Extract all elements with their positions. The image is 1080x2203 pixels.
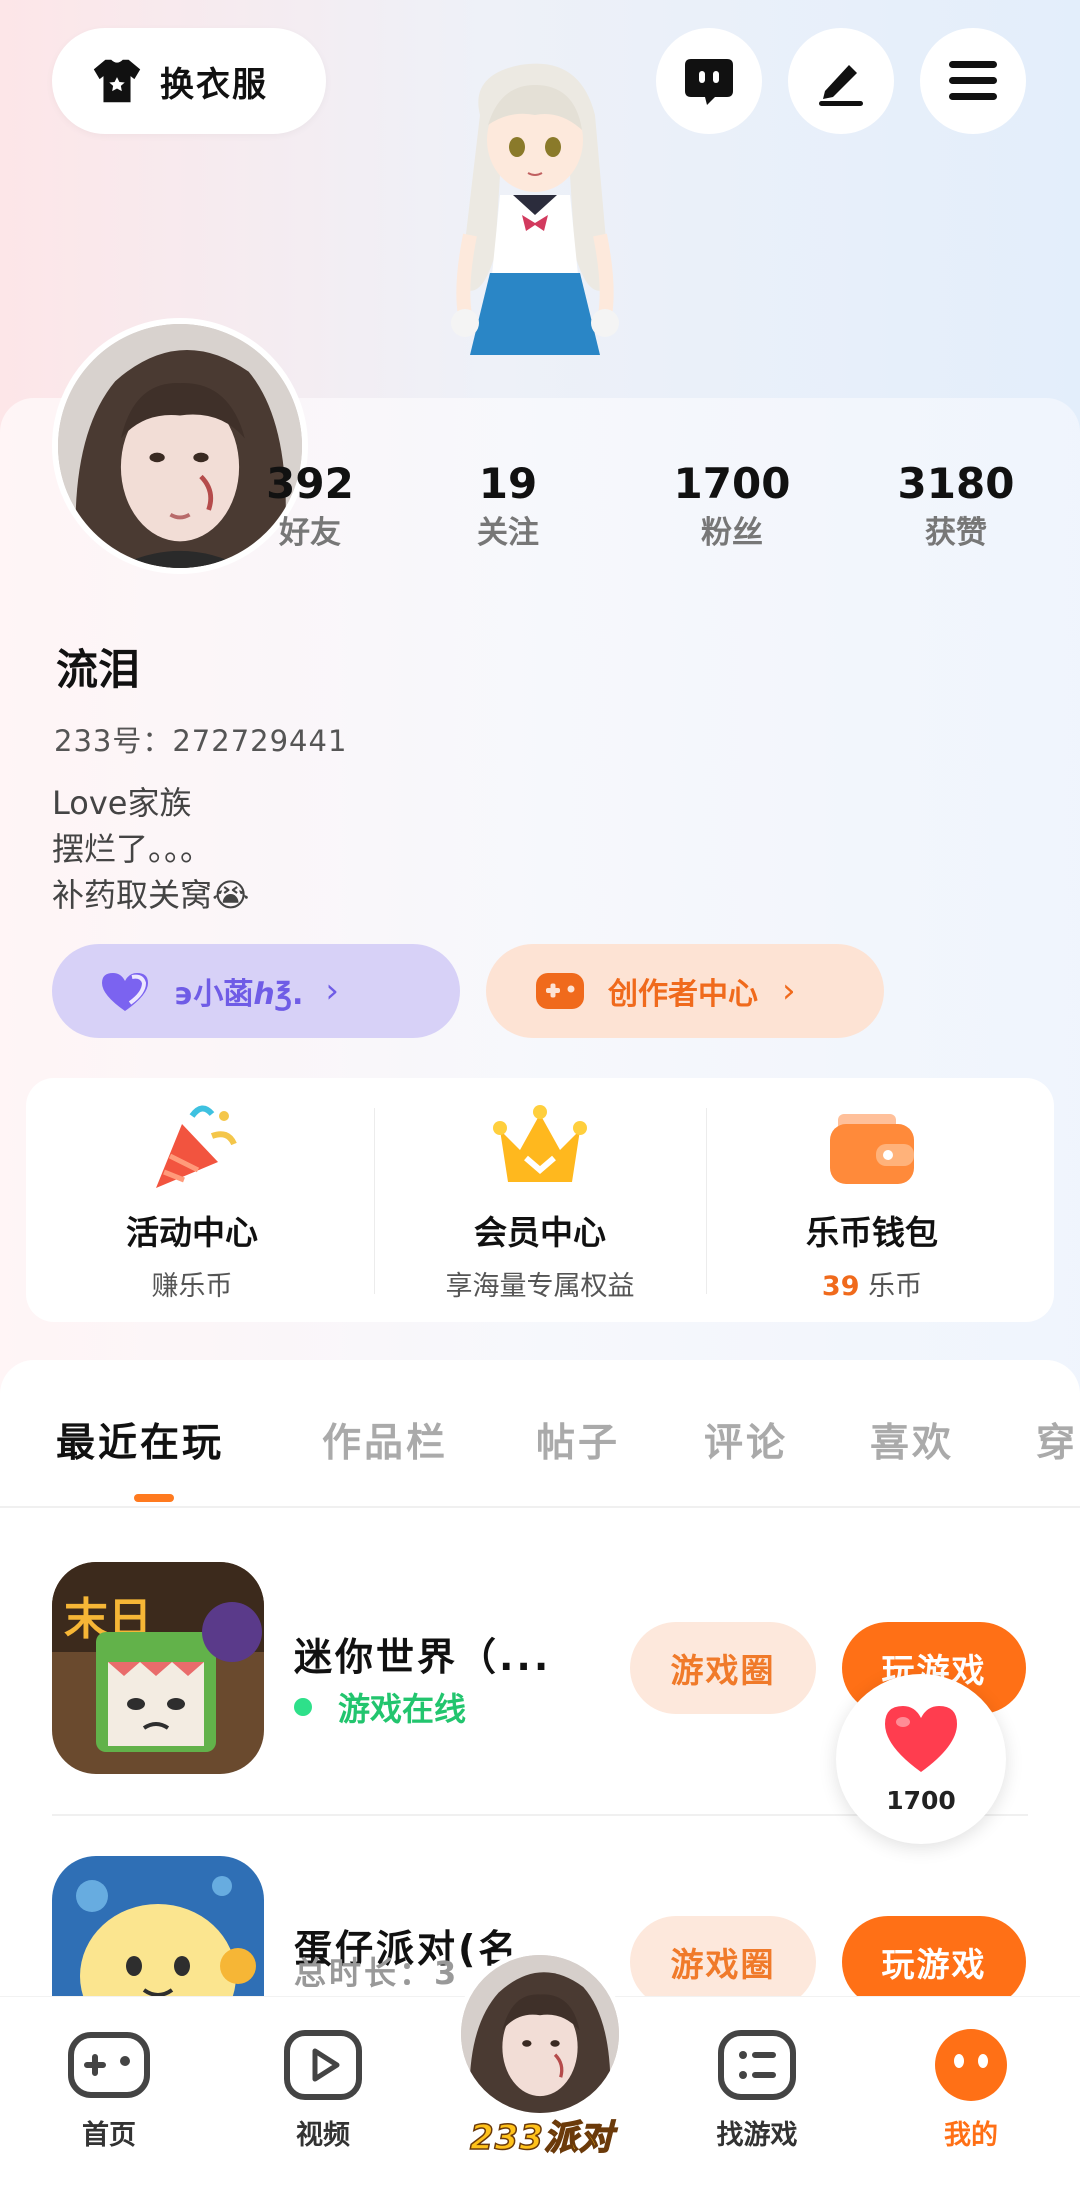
- nav-party-avatar[interactable]: [456, 1950, 624, 2118]
- stat-likes-label: 获赞: [925, 515, 987, 551]
- coin-wallet[interactable]: 乐币钱包 39 乐币: [706, 1078, 1038, 1322]
- gamepad-icon: [536, 973, 584, 1009]
- list-icon: [718, 2030, 796, 2100]
- vip-center-title: 会员中心: [474, 1213, 606, 1252]
- edit-icon: [819, 65, 863, 106]
- change-outfit-button[interactable]: 换衣服: [52, 28, 326, 134]
- stat-following-label: 关注: [477, 515, 539, 551]
- activity-center[interactable]: 活动中心 赚乐币: [26, 1078, 358, 1322]
- nav-party-label[interactable]: 233派对: [452, 2110, 632, 2159]
- game-circle-button[interactable]: 游戏圈: [630, 1622, 816, 1714]
- heart-icon: [885, 1706, 957, 1772]
- stat-fans[interactable]: 1700 粉丝: [632, 458, 832, 556]
- nav-video[interactable]: 视频: [248, 2027, 398, 2152]
- face-icon: [935, 2029, 1007, 2101]
- game-icon-mini-world[interactable]: 末日: [52, 1562, 264, 1774]
- stat-likes[interactable]: 3180 获赞: [856, 458, 1056, 556]
- nav-find-games[interactable]: 找游戏: [682, 2027, 832, 2152]
- user-bio: Love家族 摆烂了。。。 补药取关窝😭: [52, 780, 249, 918]
- stat-friends-label: 好友: [279, 515, 341, 551]
- change-outfit-label: 换衣服: [160, 64, 268, 105]
- tab-works[interactable]: 作品栏: [322, 1412, 448, 1468]
- nav-me[interactable]: 我的: [896, 2027, 1046, 2152]
- coin-wallet-sub: 39 乐币: [706, 1264, 1038, 1303]
- vip-center[interactable]: 会员中心 享海量专属权益: [374, 1078, 706, 1322]
- creator-center-label: 创作者中心: [608, 977, 758, 1012]
- edit-profile-button[interactable]: [788, 28, 894, 134]
- nav-find-games-label: 找游戏: [716, 2120, 798, 2151]
- online-dot-icon: [294, 1698, 312, 1716]
- stat-friends-value: 392: [266, 459, 354, 508]
- creator-center-button[interactable]: 创作者中心 ›: [486, 944, 884, 1038]
- game-name[interactable]: 迷你世界（...: [294, 1626, 551, 1681]
- menu-button[interactable]: [920, 28, 1026, 134]
- bio-line: 摆烂了。。。: [52, 830, 213, 868]
- gamepad-icon: [68, 2032, 150, 2098]
- profile-tabs: 最近在玩 作品栏 帖子 评论 喜欢 穿: [0, 1360, 1080, 1508]
- tab-likes[interactable]: 喜欢: [870, 1412, 954, 1468]
- menu-icon: [949, 61, 997, 100]
- play-game-button[interactable]: 玩游戏: [842, 1916, 1026, 2008]
- stat-fans-value: 1700: [673, 459, 791, 508]
- avatar-3d-figure[interactable]: [410, 55, 660, 405]
- heart-icon: [102, 973, 148, 1011]
- user-id[interactable]: 233号：272729441: [54, 718, 347, 760]
- family-name: ϶小菡ℎ℥.: [174, 977, 304, 1012]
- vip-center-sub: 享海量专属权益: [445, 1271, 635, 1302]
- chat-icon: [685, 59, 733, 105]
- family-badge-button[interactable]: ϶小菡ℎ℥. ›: [52, 944, 460, 1038]
- bio-line: 补药取关窝😭: [52, 876, 250, 914]
- chat-button[interactable]: [656, 28, 762, 134]
- nav-home[interactable]: 首页: [34, 2027, 184, 2152]
- tab-recent[interactable]: 最近在玩: [56, 1412, 224, 1468]
- game-circle-button[interactable]: 游戏圈: [630, 1916, 816, 2008]
- game-status-label: 游戏在线: [338, 1690, 467, 1728]
- party-popper-icon: [156, 1105, 237, 1188]
- like-float-button[interactable]: 1700: [836, 1674, 1006, 1844]
- stat-likes-value: 3180: [897, 459, 1015, 508]
- stat-fans-label: 粉丝: [701, 515, 763, 551]
- video-icon: [284, 2030, 362, 2100]
- stat-friends[interactable]: 392 好友: [210, 458, 410, 556]
- tshirt-icon: [93, 59, 141, 103]
- bio-line: Love家族: [52, 784, 192, 822]
- profile-stats: 392 好友 19 关注 1700 粉丝 3180 获赞: [0, 458, 1080, 568]
- activity-center-sub: 赚乐币: [151, 1271, 233, 1302]
- coin-balance: 39: [821, 1271, 860, 1302]
- tab-indicator: [134, 1494, 174, 1502]
- stat-following-value: 19: [478, 459, 538, 508]
- activity-center-title: 活动中心: [126, 1213, 258, 1252]
- chevron-right-icon: ›: [782, 971, 796, 1011]
- game-playtime: 总时长：3: [294, 1954, 460, 1992]
- game-status-online: 游戏在线: [294, 1684, 466, 1730]
- username: 流泪: [56, 645, 141, 694]
- nav-video-label: 视频: [296, 2120, 350, 2151]
- nav-home-label: 首页: [82, 2120, 136, 2151]
- tab-outfits[interactable]: 穿: [1036, 1412, 1078, 1468]
- stat-following[interactable]: 19 关注: [408, 458, 608, 556]
- wallet-icon: [830, 1114, 914, 1184]
- coin-unit: 乐币: [868, 1271, 923, 1302]
- like-count: 1700: [886, 1786, 956, 1815]
- nav-me-label: 我的: [944, 2120, 998, 2151]
- coin-wallet-title: 乐币钱包: [806, 1213, 938, 1252]
- tab-comments[interactable]: 评论: [704, 1412, 788, 1468]
- chevron-right-icon: ›: [325, 971, 340, 1011]
- tab-posts[interactable]: 帖子: [536, 1412, 620, 1468]
- crown-icon: [493, 1105, 587, 1182]
- services-panel: 活动中心 赚乐币 会员中心 享海量专属权益 乐币钱包 39 乐币: [26, 1078, 1054, 1322]
